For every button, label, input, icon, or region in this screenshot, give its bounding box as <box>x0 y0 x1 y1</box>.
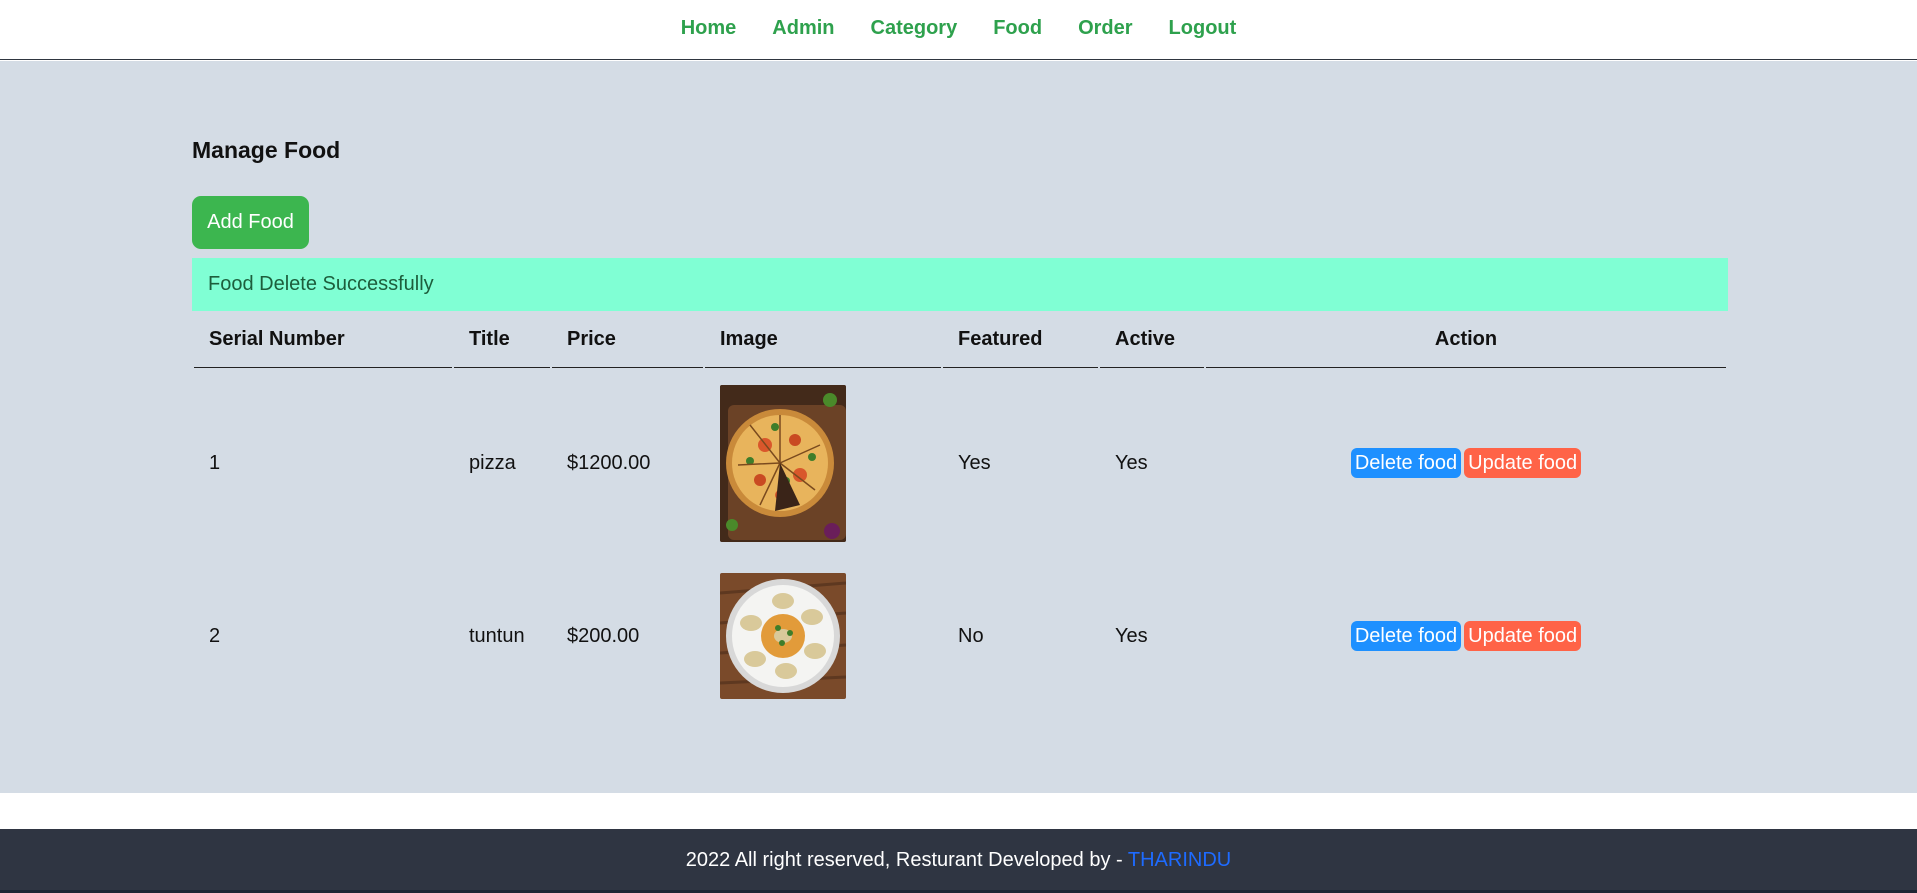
update-food-button[interactable]: Update food <box>1464 621 1582 651</box>
table-header-row: Serial Number Title Price Image Featured… <box>194 311 1726 368</box>
table-row: 2 tuntun $200.00 No Yes Delete food Upda… <box>194 558 1726 714</box>
column-header-image: Image <box>705 311 941 368</box>
pizza-image <box>720 384 846 542</box>
nav-order-link[interactable]: Order <box>1078 17 1132 40</box>
column-header-price: Price <box>552 311 703 368</box>
cell-price: $200.00 <box>567 624 640 647</box>
cell-title: tuntun <box>469 624 525 647</box>
top-nav: Home Admin Category Food Order Logout <box>0 0 1917 60</box>
cell-active: Yes <box>1115 624 1148 647</box>
food-table: Serial Number Title Price Image Featured… <box>192 311 1728 714</box>
footer-author-link[interactable]: THARINDU <box>1128 849 1231 871</box>
cell-price: $1200.00 <box>567 451 651 474</box>
footer: 2022 All right reserved, Resturant Devel… <box>0 829 1917 893</box>
delete-food-button[interactable]: Delete food <box>1350 448 1462 478</box>
nav-admin-link[interactable]: Admin <box>772 17 834 40</box>
table-row: 1 pizza $1200.00 Yes Yes Delete food Upd… <box>194 368 1726 558</box>
cell-actions: Delete food Update food <box>1206 558 1726 714</box>
cell-title: pizza <box>469 451 516 474</box>
dumplings-image <box>720 573 846 699</box>
cell-featured: Yes <box>958 451 991 474</box>
update-food-button[interactable]: Update food <box>1464 448 1582 478</box>
cell-image <box>705 368 941 558</box>
nav-logout-link[interactable]: Logout <box>1169 17 1237 40</box>
cell-active: Yes <box>1115 451 1148 474</box>
success-alert: Food Delete Successfully <box>192 258 1728 311</box>
nav-category-link[interactable]: Category <box>871 17 958 40</box>
nav-food-link[interactable]: Food <box>993 17 1042 40</box>
nav-home-link[interactable]: Home <box>681 17 737 40</box>
add-food-button[interactable]: Add Food <box>192 196 309 249</box>
delete-food-button[interactable]: Delete food <box>1350 621 1462 651</box>
cell-serial: 2 <box>209 624 221 647</box>
page-title: Manage Food <box>192 137 341 163</box>
cell-featured: No <box>958 624 984 647</box>
main-content: Manage Food Add Food Food Delete Success… <box>0 61 1917 793</box>
cell-serial: 1 <box>209 451 221 474</box>
column-header-featured: Featured <box>943 311 1098 368</box>
column-header-title: Title <box>454 311 550 368</box>
cell-image <box>705 558 941 714</box>
column-header-action: Action <box>1206 311 1726 368</box>
footer-text: 2022 All right reserved, Resturant Devel… <box>685 849 1128 871</box>
cell-actions: Delete food Update food <box>1206 368 1726 558</box>
column-header-active: Active <box>1100 311 1204 368</box>
column-header-serial: Serial Number <box>194 311 452 368</box>
